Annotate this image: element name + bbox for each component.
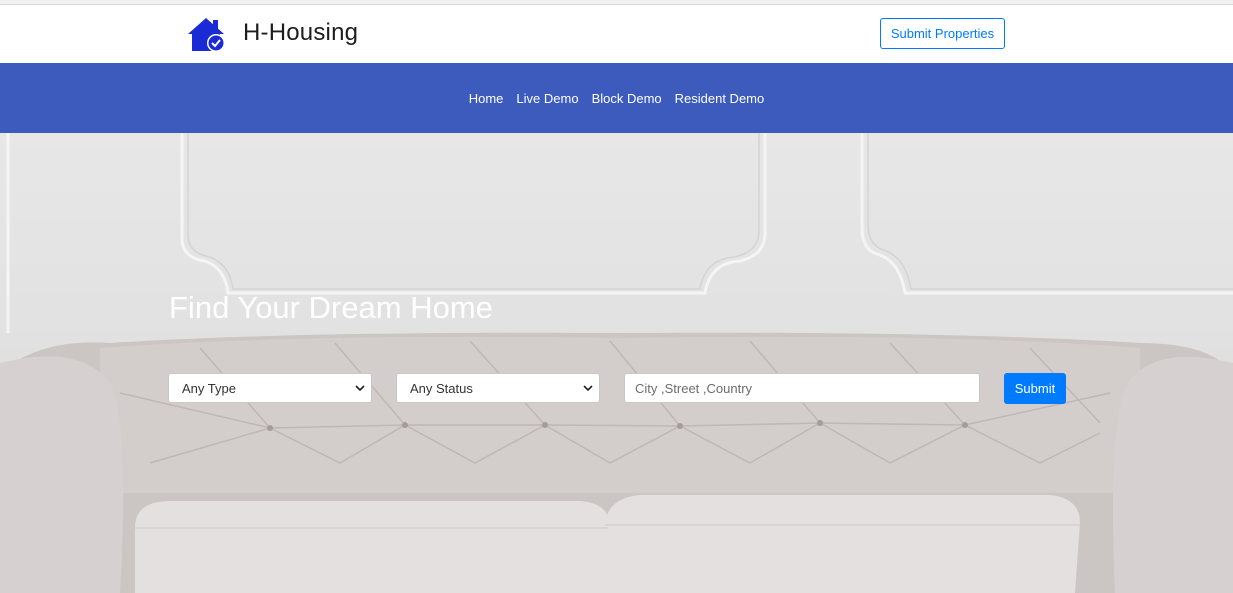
nav-home[interactable]: Home <box>469 91 504 106</box>
nav-block-demo[interactable]: Block Demo <box>592 91 662 106</box>
house-check-icon[interactable] <box>186 16 226 54</box>
brand-name[interactable]: H-Housing <box>243 19 358 47</box>
property-status-value: Any Status <box>410 380 473 396</box>
nav-live-demo[interactable]: Live Demo <box>516 91 578 106</box>
submit-properties-button[interactable]: Submit Properties <box>880 18 1005 49</box>
search-submit-button[interactable]: Submit <box>1004 373 1066 404</box>
hero-background-image <box>0 133 1233 593</box>
property-type-value: Any Type <box>182 380 236 396</box>
location-search-input[interactable] <box>624 373 980 403</box>
nav-resident-demo[interactable]: Resident Demo <box>675 91 765 106</box>
chevron-down-icon <box>583 385 593 392</box>
chevron-down-icon <box>355 385 365 392</box>
hero-title: Find Your Dream Home <box>169 290 493 325</box>
site-header: H-Housing Submit Properties <box>0 5 1233 63</box>
main-navbar: Home Live Demo Block Demo Resident Demo <box>0 63 1233 133</box>
hero-section: Find Your Dream Home Any Type Any Status… <box>0 133 1233 593</box>
property-type-select[interactable]: Any Type <box>168 373 372 403</box>
property-status-select[interactable]: Any Status <box>396 373 600 403</box>
